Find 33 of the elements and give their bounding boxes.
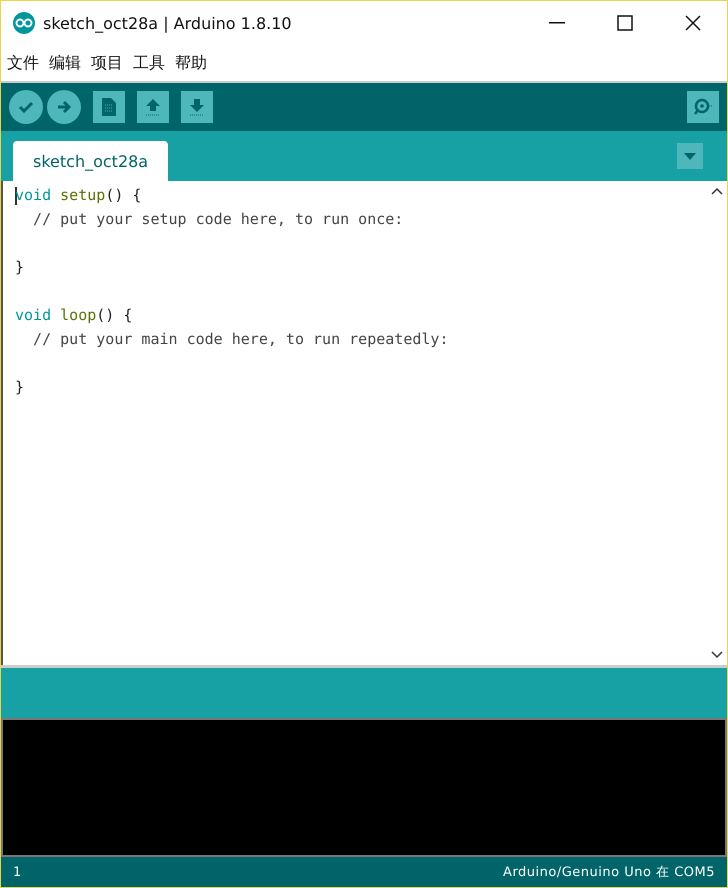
- code-line: void loop() {: [15, 305, 134, 326]
- scroll-down-icon[interactable]: [711, 651, 723, 659]
- caret-icon: [684, 152, 696, 160]
- code-line: }: [15, 377, 26, 398]
- verify-button[interactable]: [9, 90, 43, 124]
- magnifier-icon: [692, 97, 714, 117]
- line-number: 1: [13, 864, 22, 880]
- new-button[interactable]: [93, 91, 125, 123]
- upload-button[interactable]: [47, 90, 81, 124]
- menu-item[interactable]: 帮助: [171, 52, 211, 74]
- menu-item[interactable]: 编辑: [45, 52, 85, 74]
- window-title: sketch_oct28a | Arduino 1.8.10: [43, 14, 293, 32]
- open-button[interactable]: [137, 91, 169, 123]
- minimize-icon: [549, 22, 565, 24]
- close-icon: [685, 15, 701, 31]
- right-arrow-icon: [55, 98, 73, 116]
- menu-item[interactable]: 工具: [129, 52, 169, 74]
- save-button[interactable]: [181, 91, 213, 123]
- code-line: // put your main code here, to run repeatedly:: [32, 329, 450, 350]
- code-line: // put your setup code here, to run once:: [32, 209, 404, 230]
- document-icon: [101, 97, 117, 117]
- up-arrow-icon: [144, 97, 162, 117]
- scroll-up-icon[interactable]: [711, 187, 723, 195]
- code-line: }: [15, 257, 26, 278]
- down-arrow-icon: [188, 97, 206, 117]
- tab-menu-button[interactable]: [677, 143, 703, 169]
- menu-item[interactable]: 项目: [87, 52, 127, 74]
- menu-item[interactable]: 文件: [3, 52, 43, 74]
- serial-monitor-button[interactable]: [687, 91, 719, 123]
- board-port-label: Arduino/Genuino Uno 在 COM5: [503, 864, 715, 881]
- app-logo-icon: [13, 12, 35, 34]
- file-tab[interactable]: sketch_oct28a: [13, 141, 168, 181]
- maximize-icon: [617, 15, 633, 31]
